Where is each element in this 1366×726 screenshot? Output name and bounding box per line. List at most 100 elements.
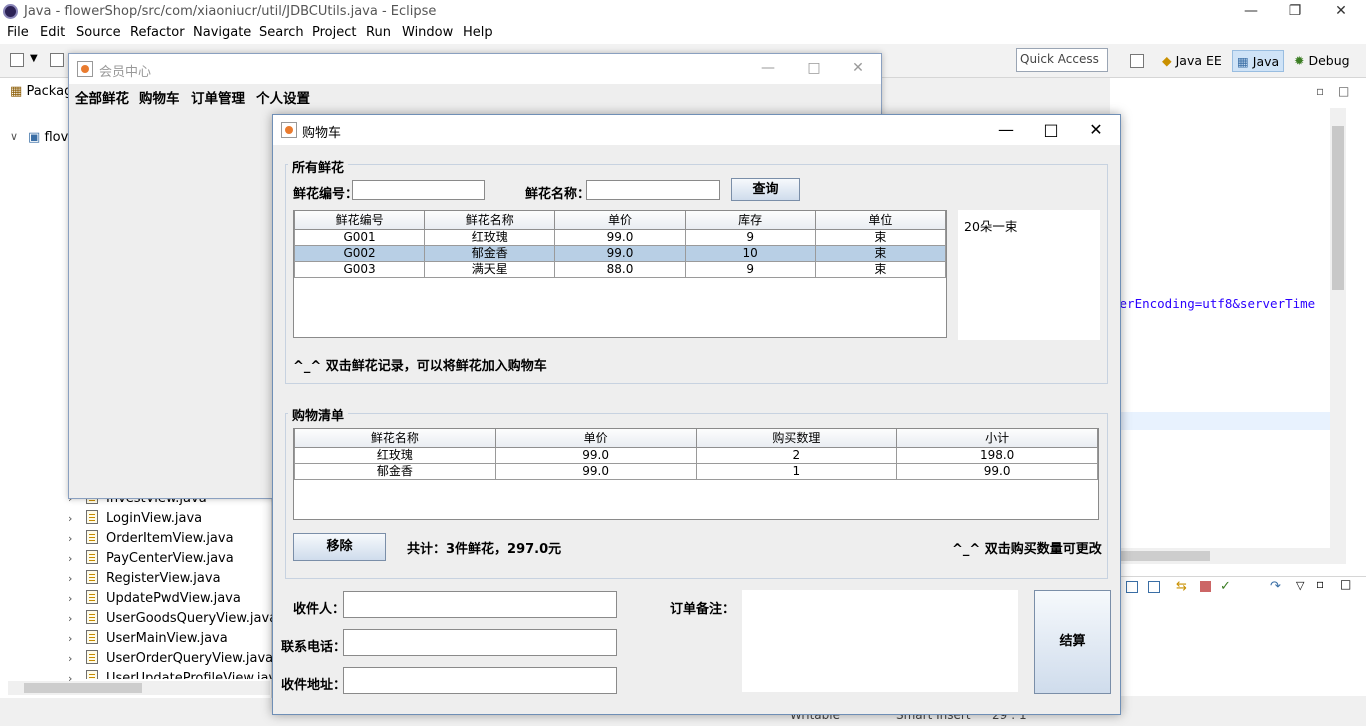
- dropdown-arrow-icon[interactable]: ▼: [30, 53, 38, 64]
- col-unit-price[interactable]: 单价: [554, 211, 686, 230]
- col-unit-price[interactable]: 单价: [494, 429, 697, 448]
- scrollbar-thumb[interactable]: [1110, 551, 1210, 561]
- tree-file[interactable]: UpdatePwdView.java: [86, 589, 241, 609]
- tree-file[interactable]: UserUpdateProfileView.java: [86, 669, 284, 679]
- maximize-view-icon[interactable]: □: [1338, 84, 1349, 98]
- cell-unit[interactable]: 束: [814, 228, 947, 246]
- query-button[interactable]: 查询: [731, 178, 800, 201]
- cell-subtotal[interactable]: 99.0: [896, 462, 1098, 480]
- cell-unit-price[interactable]: 99.0: [494, 462, 697, 480]
- cell-flower-name[interactable]: 红玫瑰: [294, 446, 496, 464]
- checkout-button[interactable]: 结算: [1034, 590, 1111, 694]
- menu-project[interactable]: Project: [312, 24, 356, 42]
- phone-input[interactable]: [343, 629, 617, 656]
- cell-unit-price[interactable]: 88.0: [554, 260, 686, 278]
- perspective-debug[interactable]: ✹ Debug: [1290, 50, 1354, 72]
- tree-file[interactable]: UserOrderQueryView.java: [86, 649, 273, 669]
- tree-file[interactable]: UserGoodsQueryView.java: [86, 609, 277, 629]
- col-stock[interactable]: 库存: [684, 211, 816, 230]
- expand-arrow-icon[interactable]: ∨: [10, 130, 18, 143]
- table-row[interactable]: 郁金香 99.0 1 99.0: [294, 462, 1098, 480]
- eclipse-restore-button[interactable]: ❐: [1272, 0, 1318, 24]
- cell-flower-id[interactable]: G002: [293, 244, 426, 262]
- tree-arrow-icon[interactable]: ›: [68, 509, 78, 529]
- cell-flower-id[interactable]: G001: [293, 228, 426, 246]
- col-quantity[interactable]: 购买数理: [695, 429, 898, 448]
- menu-run[interactable]: Run: [366, 24, 391, 42]
- member-minimize-button[interactable]: —: [745, 57, 791, 81]
- cell-flower-name[interactable]: 满天星: [424, 260, 556, 278]
- perspective-java-ee[interactable]: ◆ Java EE: [1158, 50, 1226, 72]
- menu-refactor[interactable]: Refactor: [130, 24, 185, 42]
- new-icon[interactable]: [10, 53, 24, 67]
- cell-flower-name[interactable]: 郁金香: [424, 244, 556, 262]
- menu-search[interactable]: Search: [259, 24, 304, 42]
- cell-quantity[interactable]: 1: [695, 462, 898, 480]
- scrollbar-thumb[interactable]: [1332, 126, 1344, 290]
- tree-arrow-icon[interactable]: ›: [68, 549, 78, 569]
- flower-id-input[interactable]: [352, 180, 485, 200]
- editor-vertical-scrollbar[interactable]: [1330, 108, 1346, 548]
- tree-arrow-icon[interactable]: ›: [68, 649, 78, 669]
- menu-source[interactable]: Source: [76, 24, 121, 42]
- cart-close-button[interactable]: ✕: [1073, 117, 1119, 143]
- flower-name-input[interactable]: [586, 180, 720, 200]
- remark-textarea[interactable]: [742, 590, 1018, 692]
- menu-personal-settings[interactable]: 个人设置: [256, 87, 310, 107]
- filter-icon[interactable]: ✓: [1220, 579, 1231, 594]
- address-input[interactable]: [343, 667, 617, 694]
- perspective-java[interactable]: ▦ Java: [1232, 50, 1285, 72]
- col-flower-name[interactable]: 鲜花名称: [294, 429, 496, 448]
- project-node[interactable]: ▣ flov: [28, 130, 68, 145]
- tree-arrow-icon[interactable]: ›: [68, 609, 78, 629]
- tree-arrow-icon[interactable]: ›: [68, 629, 78, 649]
- expand-all-icon[interactable]: [1126, 581, 1138, 593]
- cell-flower-name[interactable]: 红玫瑰: [424, 228, 556, 246]
- cell-subtotal[interactable]: 198.0: [896, 446, 1098, 464]
- remove-button[interactable]: 移除: [293, 533, 386, 561]
- cell-flower-id[interactable]: G003: [293, 260, 426, 278]
- cell-unit-price[interactable]: 99.0: [554, 244, 686, 262]
- cell-unit[interactable]: 束: [814, 244, 947, 262]
- stop-icon[interactable]: [1200, 581, 1211, 592]
- cell-flower-name[interactable]: 郁金香: [294, 462, 496, 480]
- tree-file[interactable]: PayCenterView.java: [86, 549, 234, 569]
- table-row[interactable]: G001 红玫瑰 99.0 9 束: [293, 228, 947, 246]
- sync-icon[interactable]: ⇆: [1176, 579, 1187, 594]
- cell-unit[interactable]: 束: [814, 260, 947, 278]
- menu-cart[interactable]: 购物车: [139, 87, 180, 107]
- eclipse-close-button[interactable]: ✕: [1318, 0, 1364, 24]
- save-icon[interactable]: [50, 53, 64, 67]
- tree-file[interactable]: OrderItemView.java: [86, 529, 234, 549]
- cell-quantity[interactable]: 2: [695, 446, 898, 464]
- maximize-view-icon[interactable]: □: [1340, 577, 1351, 591]
- table-row[interactable]: 红玫瑰 99.0 2 198.0: [294, 446, 1098, 464]
- member-close-button[interactable]: ✕: [835, 57, 881, 81]
- cell-unit-price[interactable]: 99.0: [494, 446, 697, 464]
- editor-horizontal-scrollbar[interactable]: [1110, 548, 1346, 564]
- receiver-input[interactable]: [343, 591, 617, 618]
- view-menu-icon[interactable]: ▽: [1296, 579, 1304, 592]
- tree-arrow-icon[interactable]: ›: [68, 569, 78, 589]
- cell-unit-price[interactable]: 99.0: [554, 228, 686, 246]
- tree-file[interactable]: RegisterView.java: [86, 569, 221, 589]
- tree-file[interactable]: UserMainView.java: [86, 629, 228, 649]
- quick-access-input[interactable]: Quick Access: [1016, 48, 1108, 72]
- tree-arrow-icon[interactable]: ›: [68, 589, 78, 609]
- collapse-all-icon[interactable]: [1148, 581, 1160, 593]
- cell-stock[interactable]: 9: [684, 260, 816, 278]
- cart-maximize-button[interactable]: □: [1028, 117, 1074, 143]
- minimize-view-icon[interactable]: ▫: [1316, 577, 1324, 591]
- tree-file[interactable]: LoginView.java: [86, 509, 202, 529]
- col-subtotal[interactable]: 小计: [896, 429, 1098, 448]
- link-icon[interactable]: ↷: [1270, 579, 1281, 594]
- col-flower-name[interactable]: 鲜花名称: [424, 211, 556, 230]
- open-perspective-icon[interactable]: [1130, 54, 1144, 68]
- table-row[interactable]: G003 满天星 88.0 9 束: [293, 260, 947, 278]
- menu-window[interactable]: Window: [402, 24, 453, 42]
- cart-minimize-button[interactable]: —: [983, 117, 1029, 143]
- member-maximize-button[interactable]: □: [791, 57, 837, 81]
- scrollbar-thumb[interactable]: [24, 683, 142, 693]
- menu-edit[interactable]: Edit: [40, 24, 65, 42]
- tree-arrow-icon[interactable]: ›: [68, 529, 78, 549]
